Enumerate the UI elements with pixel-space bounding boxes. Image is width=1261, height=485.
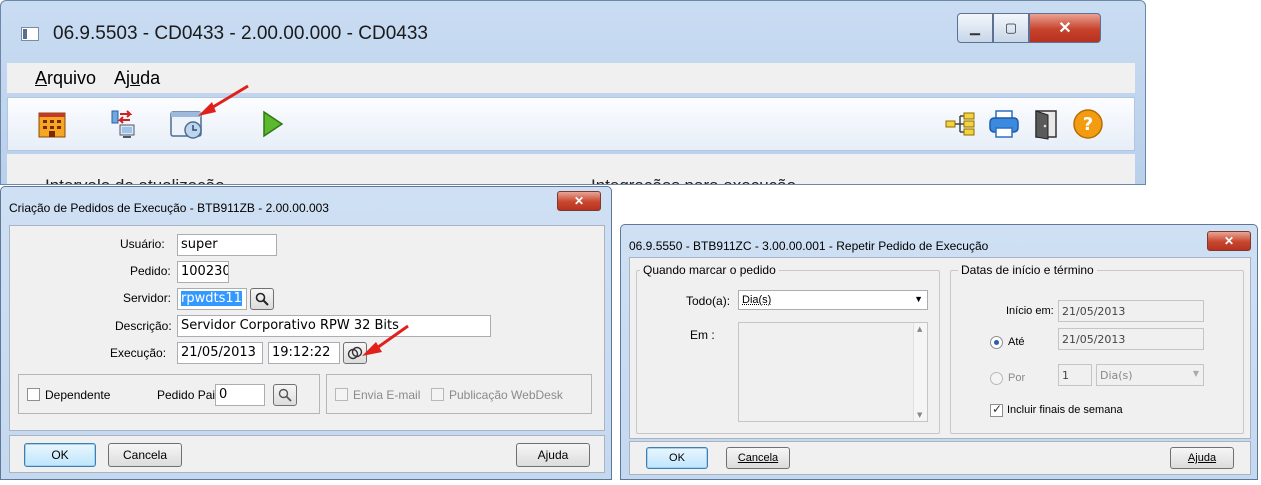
servidor-value: rpwdts11 [181, 291, 242, 306]
building-icon[interactable] [36, 108, 68, 140]
ok-button[interactable]: OK [646, 447, 708, 469]
usuario-label: Usuário: [120, 237, 165, 251]
dialog-title: 06.9.5550 - BTB911ZC - 3.00.00.001 - Rep… [629, 239, 989, 253]
descricao-label: Descrição: [115, 319, 172, 333]
exit-door-icon[interactable] [1030, 108, 1062, 140]
em-list[interactable]: ▲ ▼ [738, 322, 928, 422]
cancela-button[interactable]: Cancela [108, 443, 182, 467]
minimize-button[interactable]: ▁ [957, 13, 993, 43]
group-intervalo-title: Intervalo de atualização [45, 176, 225, 184]
publicacao-webdesk-label: Publicação WebDesk [449, 388, 563, 402]
incluir-finais-label: Incluir finais de semana [1007, 404, 1123, 416]
ajuda-button[interactable]: Ajuda [1170, 447, 1234, 469]
incluir-finais-checkbox[interactable] [990, 402, 1003, 417]
group-integracoes-title: Integrações para execução [591, 176, 796, 184]
maximize-button[interactable]: ▢ [993, 13, 1029, 43]
main-window-title: 06.9.5503 - CD0433 - 2.00.00.000 - CD043… [53, 23, 428, 44]
em-label: Em : [690, 328, 715, 342]
publicacao-webdesk-checkbox[interactable] [431, 388, 444, 401]
dialog2-button-panel: OK Cancela Ajuda [629, 441, 1251, 475]
menu-arquivo[interactable]: Arquivo [35, 68, 96, 89]
envia-email-checkbox[interactable] [335, 388, 348, 401]
usuario-field[interactable]: super [177, 234, 277, 256]
tree-icon[interactable] [944, 108, 976, 140]
menu-bar: Arquivo Ajuda [7, 63, 1135, 93]
datas-title: Datas de início e término [958, 263, 1097, 277]
pedido-pai-search-button[interactable] [273, 384, 297, 406]
cancela-button[interactable]: Cancela [726, 447, 790, 469]
todo-select-value: Dia(s) [742, 294, 772, 306]
annotation-arrow [362, 324, 409, 356]
servidor-field[interactable]: rpwdts11 [177, 288, 247, 310]
transfer-computer-icon[interactable] [108, 108, 140, 140]
chevron-down-icon: ▼ [914, 294, 923, 304]
dialog-title: Criação de Pedidos de Execução - BTB911Z… [9, 201, 329, 215]
dialog1-button-panel: OK Cancela Ajuda [9, 435, 605, 473]
quando-marcar-title: Quando marcar o pedido [640, 263, 779, 277]
main-content-area: Intervalo de atualização Integrações par… [7, 154, 1135, 184]
servidor-search-button[interactable] [250, 288, 274, 310]
svg-text:?: ? [1083, 114, 1093, 135]
scroll-down-icon[interactable]: ▼ [917, 411, 922, 419]
execucao-date-field[interactable]: 21/05/2013 [177, 342, 263, 364]
dialog-close-button[interactable]: ✕ [557, 191, 601, 211]
inicio-label: Início em: [1006, 305, 1054, 317]
dialog1-form-panel: Usuário: super Pedido: 100230 Servidor: … [9, 225, 605, 431]
close-button[interactable]: ✕ [1029, 13, 1101, 43]
dialog-close-button[interactable]: ✕ [1207, 231, 1251, 251]
main-title-bar: 06.9.5503 - CD0433 - 2.00.00.000 - CD043… [1, 1, 1145, 59]
app-window-icon [21, 27, 39, 41]
ate-label: Até [1008, 336, 1025, 348]
search-icon [278, 388, 292, 402]
ok-button[interactable]: OK [24, 443, 96, 467]
menu-ajuda[interactable]: Ajuda [114, 68, 160, 89]
dependente-label: Dependente [45, 388, 111, 402]
todo-select[interactable]: Dia(s) ▼ [738, 290, 928, 310]
play-icon[interactable] [256, 108, 288, 140]
pedido-pai-field[interactable]: 0 [215, 384, 265, 406]
servidor-label: Servidor: [123, 291, 172, 305]
dependente-checkbox[interactable] [27, 388, 40, 401]
por-radio[interactable] [990, 372, 1003, 385]
por-field[interactable]: 1 [1058, 364, 1092, 386]
envia-email-label: Envia E-mail [353, 388, 421, 402]
notificacao-group: Envia E-mail Publicação WebDesk [326, 374, 592, 414]
pedido-pai-label: Pedido Pai: [157, 388, 219, 402]
execucao-label: Execução: [110, 346, 167, 360]
por-unit-select[interactable]: Dia(s) ▼ [1096, 364, 1204, 386]
por-unit-value: Dia(s) [1100, 369, 1133, 382]
dialog-criacao-pedidos: Criação de Pedidos de Execução - BTB911Z… [0, 186, 612, 480]
help-icon[interactable]: ? [1072, 108, 1104, 140]
ate-field[interactable]: 21/05/2013 [1058, 328, 1204, 350]
dependente-group: Dependente Pedido Pai: 0 [18, 374, 320, 414]
dialog-repetir-pedido: 06.9.5550 - BTB911ZC - 3.00.00.001 - Rep… [620, 224, 1258, 480]
execucao-time-field[interactable]: 19:12:22 [268, 342, 340, 364]
todo-label: Todo(a): [686, 294, 731, 308]
em-list-scrollbar[interactable]: ▲ ▼ [913, 323, 927, 421]
ajuda-button[interactable]: Ajuda [516, 443, 590, 467]
por-label: Por [1008, 372, 1026, 384]
annotation-arrow [198, 84, 249, 116]
dialog2-form-panel: Quando marcar o pedido Todo(a): Dia(s) ▼… [629, 257, 1251, 439]
search-icon [255, 292, 269, 306]
printer-icon[interactable] [988, 108, 1020, 140]
ate-radio[interactable] [990, 336, 1003, 349]
pedido-label: Pedido: [130, 264, 171, 278]
pedido-field[interactable]: 100230 [177, 261, 229, 283]
descricao-field[interactable]: Servidor Corporativo RPW 32 Bits [177, 315, 491, 337]
main-toolbar: ? [7, 97, 1135, 151]
chevron-down-icon: ▼ [1192, 369, 1199, 378]
main-window: 06.9.5503 - CD0433 - 2.00.00.000 - CD043… [0, 0, 1146, 185]
inicio-field[interactable]: 21/05/2013 [1058, 300, 1204, 322]
scroll-up-icon[interactable]: ▲ [917, 325, 922, 333]
